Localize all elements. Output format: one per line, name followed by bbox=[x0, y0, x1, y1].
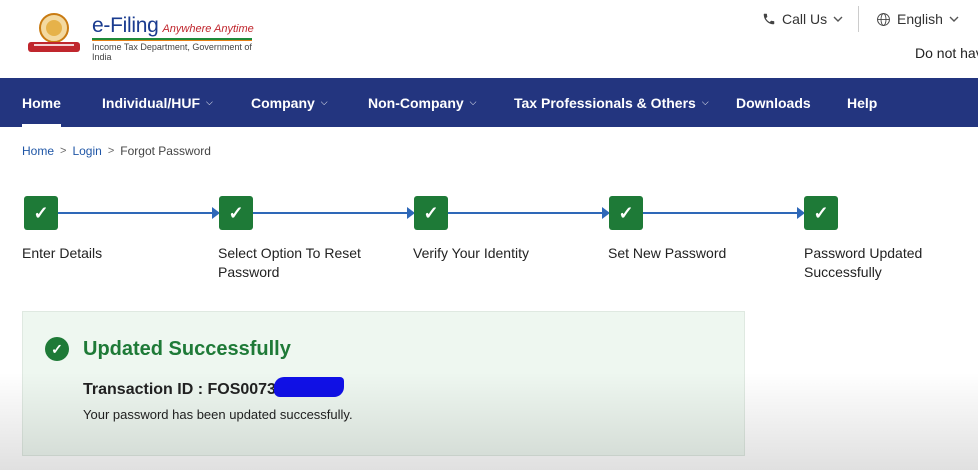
step-4-label-line1: Set New Password bbox=[608, 245, 727, 261]
success-message: Your password has been updated successfu… bbox=[83, 407, 353, 422]
step-1-check-icon: ✓ bbox=[24, 196, 58, 230]
breadcrumb-current: Forgot Password bbox=[120, 144, 211, 158]
nav-non-company[interactable]: Non-Company ⌵ bbox=[368, 78, 477, 127]
header-notice[interactable]: Do not hav bbox=[915, 45, 978, 61]
step-connector bbox=[58, 212, 213, 214]
chevron-down-icon: ⌵ bbox=[320, 97, 328, 107]
step-3-check-icon: ✓ bbox=[414, 196, 448, 230]
nav-individual-huf[interactable]: Individual/HUF ⌵ bbox=[102, 78, 213, 127]
chevron-right-icon: > bbox=[60, 145, 67, 157]
nav-downloads-label: Downloads bbox=[736, 94, 811, 111]
emblem-logo[interactable] bbox=[22, 10, 86, 58]
nav-company-label: Company bbox=[251, 94, 315, 111]
chevron-down-icon bbox=[833, 16, 843, 22]
chevron-down-icon bbox=[949, 16, 959, 22]
globe-icon bbox=[877, 12, 890, 26]
nav-company[interactable]: Company ⌵ bbox=[251, 78, 328, 127]
transaction-id: Transaction ID : FOS00732 bbox=[83, 381, 285, 398]
success-title: Updated Successfully bbox=[83, 338, 291, 360]
step-1-label-line1: Enter Details bbox=[22, 245, 103, 261]
step-5-check-icon: ✓ bbox=[804, 196, 838, 230]
language-label: English bbox=[897, 11, 943, 27]
nav-tax-professionals[interactable]: Tax Professionals & Others ⌵ bbox=[514, 78, 709, 127]
step-3-label: Verify Your Identity bbox=[413, 244, 573, 263]
phone-icon bbox=[763, 13, 775, 25]
step-5-label-line1: Password Updated bbox=[804, 245, 923, 261]
step-1-label: Enter Details bbox=[22, 244, 182, 263]
call-us-label: Call Us bbox=[782, 11, 828, 27]
chevron-down-icon: ⌵ bbox=[206, 97, 213, 107]
step-connector bbox=[448, 212, 603, 214]
step-2-label-line1: Select Option To Reset bbox=[218, 245, 361, 261]
brand-tagline: Anywhere Anytime bbox=[162, 23, 254, 35]
brand-subtitle: Income Tax Department, Government of Ind… bbox=[92, 42, 252, 62]
nav-help-label: Help bbox=[847, 94, 878, 111]
nav-individual-huf-label: Individual/HUF bbox=[102, 94, 200, 111]
success-check-icon: ✓ bbox=[45, 337, 69, 361]
brand-underline-accent bbox=[92, 40, 252, 41]
main-nav: Home Individual/HUF ⌵ Company ⌵ Non-Comp… bbox=[0, 78, 978, 127]
chevron-down-icon: ⌵ bbox=[469, 97, 477, 107]
step-5-label: Password Updated Successfully bbox=[804, 244, 964, 282]
step-4-check-icon: ✓ bbox=[609, 196, 643, 230]
step-5-label-line2: Successfully bbox=[804, 264, 882, 280]
chevron-down-icon: ⌵ bbox=[701, 97, 709, 107]
step-2-label: Select Option To Reset Password bbox=[218, 244, 378, 282]
step-connector bbox=[643, 212, 798, 214]
chevron-right-icon: > bbox=[107, 145, 115, 157]
nav-downloads[interactable]: Downloads bbox=[736, 78, 811, 127]
breadcrumb-home[interactable]: Home bbox=[22, 144, 54, 158]
nav-non-company-label: Non-Company bbox=[368, 94, 464, 111]
header-divider bbox=[858, 6, 859, 32]
nav-tax-professionals-label: Tax Professionals & Others bbox=[514, 94, 696, 111]
nav-home[interactable]: Home bbox=[22, 78, 61, 127]
step-2-label-line2: Password bbox=[218, 264, 280, 280]
language-selector[interactable]: English bbox=[876, 11, 959, 27]
nav-home-label: Home bbox=[22, 94, 61, 111]
redaction-mark bbox=[274, 377, 344, 397]
breadcrumb: Home > Login > Forgot Password bbox=[22, 144, 211, 158]
brand-title[interactable]: e-Filing Anywhere Anytime bbox=[92, 14, 254, 38]
step-4-label: Set New Password bbox=[608, 244, 768, 263]
breadcrumb-login[interactable]: Login bbox=[72, 144, 101, 158]
nav-help[interactable]: Help bbox=[847, 78, 877, 127]
step-3-label-line1: Verify Your Identity bbox=[413, 245, 529, 261]
top-header: e-Filing Anywhere Anytime Income Tax Depa… bbox=[0, 0, 978, 78]
call-us-menu[interactable]: Call Us bbox=[762, 11, 843, 27]
brand-name: e-Filing bbox=[92, 14, 159, 37]
step-connector bbox=[253, 212, 408, 214]
step-2-check-icon: ✓ bbox=[219, 196, 253, 230]
